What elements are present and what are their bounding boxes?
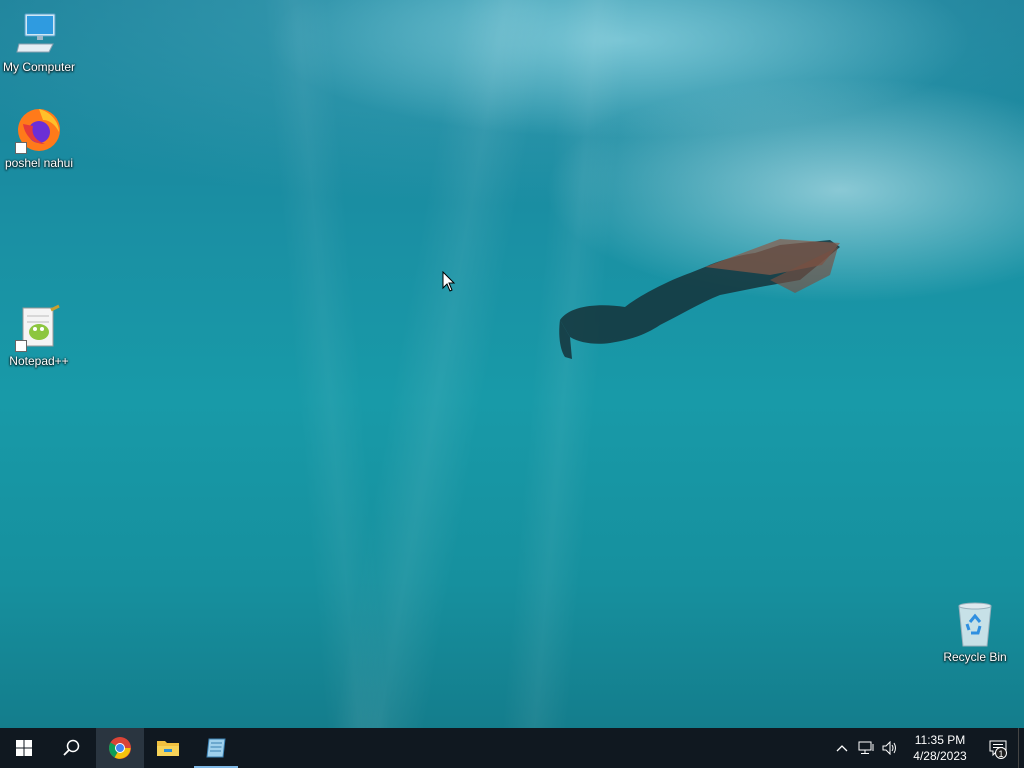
volume-icon — [882, 741, 896, 755]
desktop-background: My Computer poshel nahui Notepad++ Recyc… — [0, 0, 1024, 728]
chevron-up-icon — [836, 745, 848, 752]
action-center-button[interactable]: 1 — [978, 728, 1018, 768]
taskbar-chrome-button[interactable] — [96, 728, 144, 768]
notification-count-badge: 1 — [995, 747, 1007, 759]
desktop-icon-firefox-shortcut[interactable]: poshel nahui — [0, 106, 78, 170]
taskbar-clock[interactable]: 11:35 PM 4/28/2023 — [902, 732, 978, 764]
clock-date: 4/28/2023 — [913, 749, 967, 763]
desktop-icon-notepadpp-shortcut[interactable]: Notepad++ — [0, 304, 78, 368]
firefox-icon — [15, 106, 63, 154]
taskbar: 11:35 PM 4/28/2023 1 — [0, 728, 1024, 768]
chrome-icon — [109, 737, 131, 759]
desktop-icon-label: Notepad++ — [9, 354, 69, 368]
system-tray: 11:35 PM 4/28/2023 1 — [830, 728, 1024, 768]
desktop-icon-label: poshel nahui — [4, 156, 74, 170]
folder-icon — [157, 741, 179, 756]
network-button[interactable] — [854, 728, 878, 768]
desktop-icon-my-computer[interactable]: My Computer — [0, 10, 78, 74]
taskbar-file-explorer-button[interactable] — [144, 728, 192, 768]
show-hidden-icons-button[interactable] — [830, 728, 854, 768]
taskbar-notepad-button[interactable] — [192, 728, 240, 768]
search-icon — [63, 739, 80, 756]
notepad-icon — [206, 738, 226, 758]
show-desktop-button[interactable] — [1018, 728, 1024, 768]
mouse-pointer-icon — [442, 271, 456, 292]
windows-logo-icon — [16, 740, 32, 756]
light-rays — [0, 0, 1024, 728]
shortcut-arrow-icon — [15, 142, 27, 154]
desktop-icon-label: My Computer — [2, 60, 76, 74]
desktop-icon-recycle-bin[interactable]: Recycle Bin — [936, 600, 1014, 664]
network-icon — [858, 741, 874, 754]
shortcut-arrow-icon — [15, 340, 27, 352]
start-button[interactable] — [0, 728, 48, 768]
monitor-icon — [15, 10, 63, 58]
volume-button[interactable] — [878, 728, 902, 768]
freediver-image — [559, 239, 840, 359]
recycle-bin-icon — [951, 600, 999, 648]
desktop-icon-label: Recycle Bin — [943, 650, 1007, 664]
search-button[interactable] — [48, 728, 96, 768]
clock-time: 11:35 PM — [914, 733, 966, 747]
notepadpp-icon — [15, 304, 63, 352]
